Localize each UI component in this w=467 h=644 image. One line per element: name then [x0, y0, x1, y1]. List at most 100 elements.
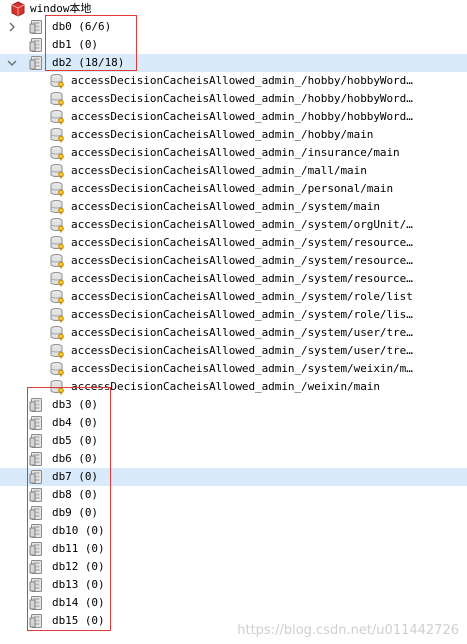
- redis-server-icon: [10, 1, 26, 17]
- key-row[interactable]: accessDecisionCacheisAllowed_admin_/insu…: [0, 144, 467, 162]
- key-icon: [49, 109, 65, 125]
- db-label: db10 (0): [52, 524, 105, 537]
- chevron-right-icon[interactable]: [6, 21, 18, 33]
- key-icon: [49, 145, 65, 161]
- key-row[interactable]: accessDecisionCacheisAllowed_admin_/mall…: [0, 162, 467, 180]
- db-label: db14 (0): [52, 596, 105, 609]
- key-row[interactable]: accessDecisionCacheisAllowed_admin_/syst…: [0, 252, 467, 270]
- db-label: db3 (0): [52, 398, 99, 411]
- key-icon: [49, 181, 65, 197]
- database-icon: [29, 415, 45, 431]
- db-row[interactable]: db1 (0): [0, 36, 467, 54]
- key-row[interactable]: accessDecisionCacheisAllowed_admin_/hobb…: [0, 108, 467, 126]
- key-row[interactable]: accessDecisionCacheisAllowed_admin_/syst…: [0, 324, 467, 342]
- key-icon: [49, 289, 65, 305]
- key-label: accessDecisionCacheisAllowed_admin_/syst…: [71, 236, 413, 249]
- key-icon: [49, 361, 65, 377]
- key-label: accessDecisionCacheisAllowed_admin_/syst…: [71, 200, 380, 213]
- key-row[interactable]: accessDecisionCacheisAllowed_admin_/hobb…: [0, 126, 467, 144]
- key-row[interactable]: accessDecisionCacheisAllowed_admin_/syst…: [0, 234, 467, 252]
- db-row[interactable]: db9 (0): [0, 504, 467, 522]
- key-label: accessDecisionCacheisAllowed_admin_/syst…: [71, 326, 413, 339]
- database-icon: [29, 559, 45, 575]
- key-row[interactable]: accessDecisionCacheisAllowed_admin_/syst…: [0, 342, 467, 360]
- key-row[interactable]: accessDecisionCacheisAllowed_admin_/syst…: [0, 288, 467, 306]
- key-icon: [49, 73, 65, 89]
- key-icon: [49, 217, 65, 233]
- key-row[interactable]: accessDecisionCacheisAllowed_admin_/syst…: [0, 270, 467, 288]
- db-label: db11 (0): [52, 542, 105, 555]
- database-icon: [29, 55, 45, 71]
- db-row[interactable]: db5 (0): [0, 432, 467, 450]
- key-icon: [49, 253, 65, 269]
- key-label: accessDecisionCacheisAllowed_admin_/hobb…: [71, 74, 413, 87]
- chevron-down-icon[interactable]: [6, 57, 18, 69]
- db-row[interactable]: db7 (0): [0, 468, 467, 486]
- db-row[interactable]: db8 (0): [0, 486, 467, 504]
- key-icon: [49, 307, 65, 323]
- db-label: db13 (0): [52, 578, 105, 591]
- db-label: db12 (0): [52, 560, 105, 573]
- key-row[interactable]: accessDecisionCacheisAllowed_admin_/pers…: [0, 180, 467, 198]
- db-row[interactable]: db12 (0): [0, 558, 467, 576]
- key-icon: [49, 163, 65, 179]
- db-row[interactable]: db10 (0): [0, 522, 467, 540]
- db-row[interactable]: db2 (18/18): [0, 54, 467, 72]
- db-row[interactable]: db14 (0): [0, 594, 467, 612]
- db-row[interactable]: db4 (0): [0, 414, 467, 432]
- database-icon: [29, 487, 45, 503]
- key-icon: [49, 343, 65, 359]
- key-label: accessDecisionCacheisAllowed_admin_/mall…: [71, 164, 367, 177]
- database-icon: [29, 577, 45, 593]
- database-icon: [29, 433, 45, 449]
- key-label: accessDecisionCacheisAllowed_admin_/syst…: [71, 218, 413, 231]
- database-icon: [29, 523, 45, 539]
- db-label: db9 (0): [52, 506, 99, 519]
- database-icon: [29, 595, 45, 611]
- watermark: https://blog.csdn.net/u011442726: [237, 623, 459, 638]
- key-label: accessDecisionCacheisAllowed_admin_/syst…: [71, 308, 413, 321]
- key-label: accessDecisionCacheisAllowed_admin_/syst…: [71, 344, 413, 357]
- db-row[interactable]: db3 (0): [0, 396, 467, 414]
- key-label: accessDecisionCacheisAllowed_admin_/syst…: [71, 254, 413, 267]
- db-row[interactable]: db6 (0): [0, 450, 467, 468]
- db-label: db6 (0): [52, 452, 99, 465]
- key-icon: [49, 127, 65, 143]
- key-label: accessDecisionCacheisAllowed_admin_/syst…: [71, 362, 413, 375]
- database-icon: [29, 541, 45, 557]
- key-label: accessDecisionCacheisAllowed_admin_/hobb…: [71, 110, 413, 123]
- db-label: db2 (18/18): [52, 56, 125, 69]
- key-icon: [49, 325, 65, 341]
- key-icon: [49, 199, 65, 215]
- db-label: db8 (0): [52, 488, 99, 501]
- key-row[interactable]: accessDecisionCacheisAllowed_admin_/hobb…: [0, 90, 467, 108]
- db-row[interactable]: db11 (0): [0, 540, 467, 558]
- key-row[interactable]: accessDecisionCacheisAllowed_admin_/syst…: [0, 198, 467, 216]
- database-icon: [29, 397, 45, 413]
- key-label: accessDecisionCacheisAllowed_admin_/syst…: [71, 272, 413, 285]
- db-row[interactable]: db0 (6/6): [0, 18, 467, 36]
- key-icon: [49, 271, 65, 287]
- key-label: accessDecisionCacheisAllowed_admin_/hobb…: [71, 92, 413, 105]
- key-label: accessDecisionCacheisAllowed_admin_/pers…: [71, 182, 394, 195]
- key-label: accessDecisionCacheisAllowed_admin_/hobb…: [71, 128, 374, 141]
- key-row[interactable]: accessDecisionCacheisAllowed_admin_/hobb…: [0, 72, 467, 90]
- database-icon: [29, 469, 45, 485]
- key-row[interactable]: accessDecisionCacheisAllowed_admin_/syst…: [0, 216, 467, 234]
- key-icon: [49, 91, 65, 107]
- db-label: db7 (0): [52, 470, 99, 483]
- database-icon: [29, 451, 45, 467]
- db-label: db15 (0): [52, 614, 105, 627]
- key-row[interactable]: accessDecisionCacheisAllowed_admin_/syst…: [0, 360, 467, 378]
- connection-row[interactable]: window本地: [0, 0, 467, 18]
- key-row[interactable]: accessDecisionCacheisAllowed_admin_/syst…: [0, 306, 467, 324]
- connection-label: window本地: [30, 2, 92, 15]
- key-row[interactable]: accessDecisionCacheisAllowed_admin_/weix…: [0, 378, 467, 396]
- key-label: accessDecisionCacheisAllowed_admin_/syst…: [71, 290, 413, 303]
- database-icon: [29, 505, 45, 521]
- database-icon: [29, 37, 45, 53]
- db-label: db0 (6/6): [52, 20, 112, 33]
- key-icon: [49, 379, 65, 395]
- db-row[interactable]: db13 (0): [0, 576, 467, 594]
- database-icon: [29, 19, 45, 35]
